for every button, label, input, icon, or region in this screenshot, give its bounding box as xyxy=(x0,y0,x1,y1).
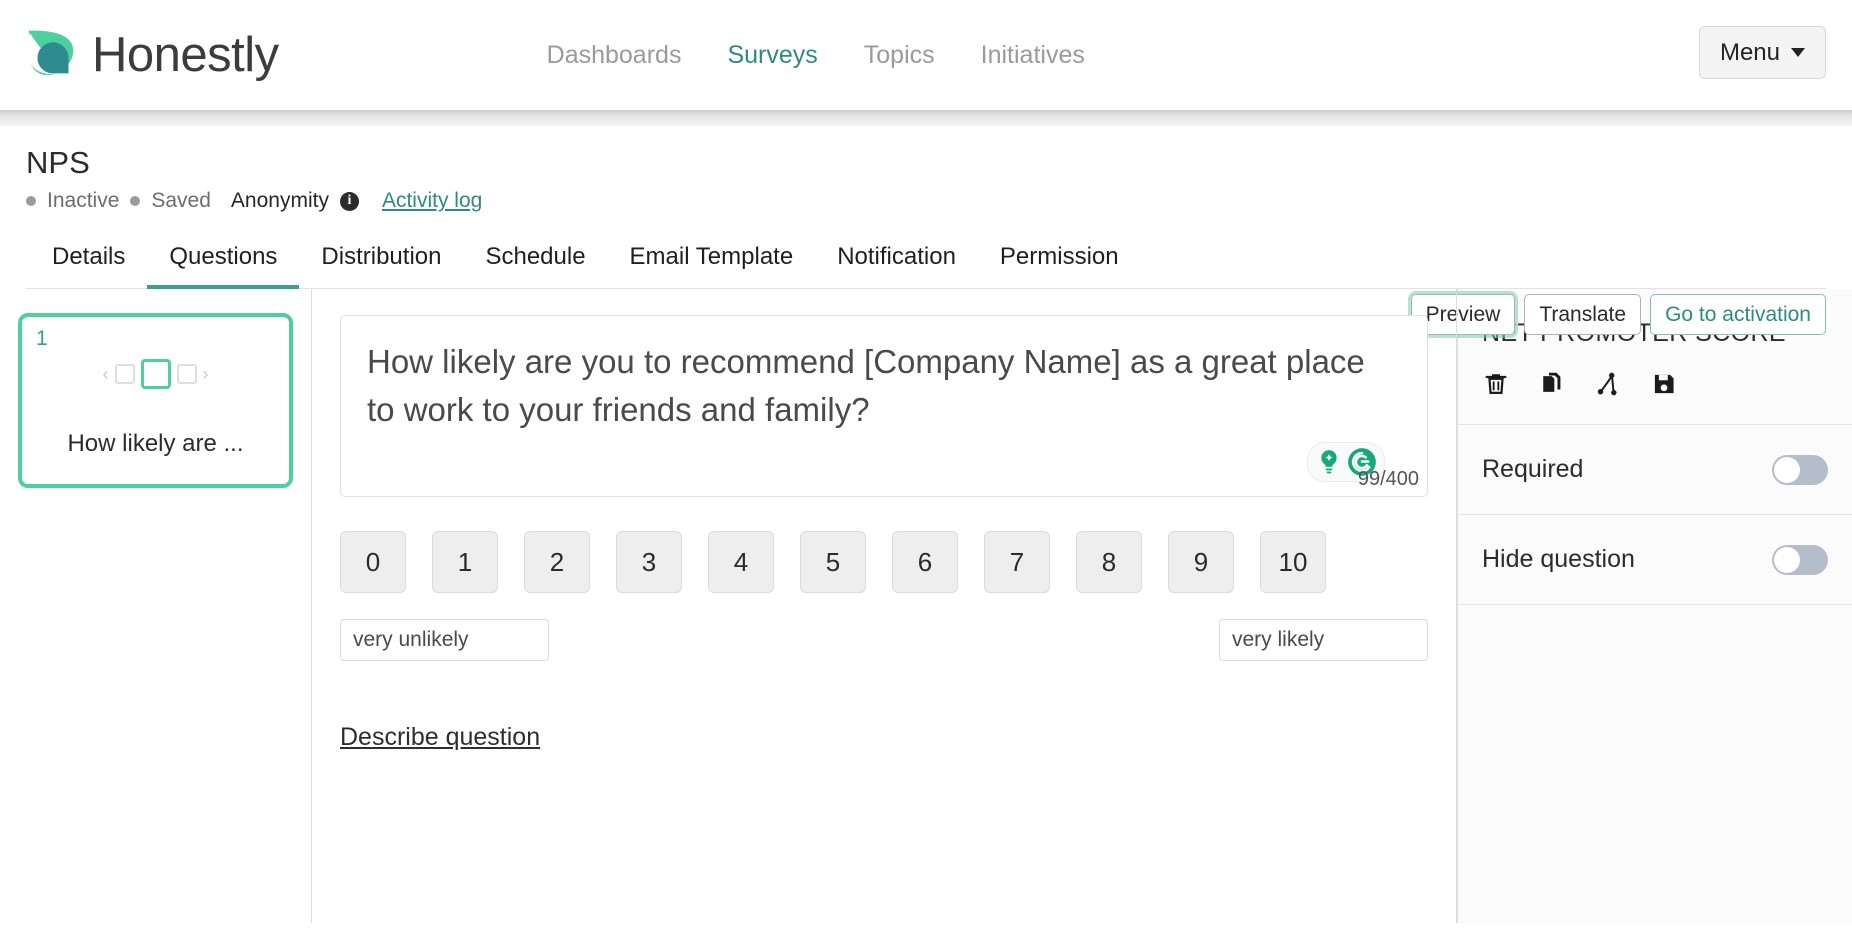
toggle-knob xyxy=(1774,456,1800,483)
left-scale-label-input[interactable] xyxy=(340,619,549,662)
header-separator xyxy=(0,110,1852,126)
survey-meta: Inactive Saved Anonymity i Activity log xyxy=(26,189,1826,213)
menu-button-label: Menu xyxy=(1719,38,1780,66)
right-scale-label-input[interactable] xyxy=(1219,619,1428,662)
setting-row-required: Required xyxy=(1458,425,1852,516)
scale-square-right xyxy=(176,364,197,385)
chevron-down-icon xyxy=(1791,48,1805,57)
question-card-1[interactable]: 1 ‹ › How likely are ... xyxy=(18,313,293,489)
status-dot-saved xyxy=(130,196,141,207)
scale-button-10[interactable]: 10 xyxy=(1260,531,1326,594)
trash-icon[interactable] xyxy=(1482,370,1510,398)
lightbulb-idea-icon xyxy=(1321,450,1337,474)
question-editor: How likely are you to recommend [Company… xyxy=(312,289,1457,924)
tab-questions[interactable]: Questions xyxy=(147,235,300,290)
survey-header: NPS Inactive Saved Anonymity i Activity … xyxy=(0,126,1852,335)
nav-item-initiatives[interactable]: Initiatives xyxy=(981,41,1085,70)
tab-distribution[interactable]: Distribution xyxy=(299,235,463,289)
tab-details[interactable]: Details xyxy=(30,235,147,289)
chevron-left-icon: ‹ xyxy=(102,363,109,384)
menu-button[interactable]: Menu xyxy=(1698,26,1826,79)
scale-button-4[interactable]: 4 xyxy=(708,531,774,594)
anonymity-label: Anonymity xyxy=(230,189,329,213)
page-title: NPS xyxy=(26,145,90,180)
hide-question-label: Hide question xyxy=(1482,545,1635,574)
settings-panel-actions xyxy=(1458,348,1852,426)
branch-logic-icon[interactable] xyxy=(1594,370,1622,398)
toggle-knob xyxy=(1774,546,1800,573)
tab-email-template[interactable]: Email Template xyxy=(608,235,816,289)
top-header: Honestly Dashboards Surveys Topics Initi… xyxy=(0,0,1852,110)
required-toggle[interactable] xyxy=(1772,454,1828,485)
info-icon[interactable]: i xyxy=(339,191,359,211)
tab-schedule[interactable]: Schedule xyxy=(463,235,607,289)
scale-button-0[interactable]: 0 xyxy=(340,531,406,594)
scale-button-7[interactable]: 7 xyxy=(984,531,1050,594)
translate-button[interactable]: Translate xyxy=(1524,294,1642,335)
brand[interactable]: Honestly xyxy=(24,26,279,84)
go-to-activation-button[interactable]: Go to activation xyxy=(1650,294,1826,335)
nav-item-surveys[interactable]: Surveys xyxy=(727,41,817,70)
nav-item-topics[interactable]: Topics xyxy=(864,41,935,70)
hide-question-toggle[interactable] xyxy=(1772,544,1828,575)
scale-square-left xyxy=(114,364,135,385)
scale-button-9[interactable]: 9 xyxy=(1168,531,1234,594)
scale-button-8[interactable]: 8 xyxy=(1076,531,1142,594)
question-card-preview: How likely are ... xyxy=(67,430,244,458)
required-label: Required xyxy=(1482,455,1584,484)
nps-scale-icon: ‹ › xyxy=(36,359,275,390)
honestly-leaf-logo-icon xyxy=(27,30,74,76)
question-list-sidebar: 1 ‹ › How likely are ... xyxy=(0,289,312,924)
scale-button-6[interactable]: 6 xyxy=(892,531,958,594)
duplicate-icon[interactable] xyxy=(1538,370,1566,398)
tab-permission[interactable]: Permission xyxy=(978,235,1141,289)
scale-button-5[interactable]: 5 xyxy=(800,531,866,594)
character-counter: 99/400 xyxy=(1357,468,1419,491)
nav-item-dashboards[interactable]: Dashboards xyxy=(547,41,682,70)
chevron-right-icon: › xyxy=(202,363,209,384)
activity-log-link[interactable]: Activity log xyxy=(382,189,482,213)
save-icon[interactable] xyxy=(1650,370,1678,398)
scale-labels-row xyxy=(340,619,1428,662)
survey-header-actions: Preview Translate Go to activation xyxy=(1410,294,1826,335)
tab-notification[interactable]: Notification xyxy=(815,235,978,289)
question-text[interactable]: How likely are you to recommend [Company… xyxy=(367,338,1401,434)
question-settings-panel: NET PROMOTER SCORE xyxy=(1457,289,1852,924)
main-layout: 1 ‹ › How likely are ... How likely are … xyxy=(0,289,1852,924)
question-card-number: 1 xyxy=(36,327,48,351)
status-saved: Saved xyxy=(151,189,211,213)
describe-question-link[interactable]: Describe question xyxy=(340,723,540,752)
question-text-box[interactable]: How likely are you to recommend [Company… xyxy=(340,315,1428,498)
brand-name: Honestly xyxy=(92,28,279,82)
survey-tabs: Details Questions Distribution Schedule … xyxy=(26,235,1826,290)
status-inactive: Inactive xyxy=(47,189,120,213)
main-navigation: Dashboards Surveys Topics Initiatives xyxy=(547,41,1085,70)
nps-scale-buttons: 0 1 2 3 4 5 6 7 8 9 10 xyxy=(340,531,1428,594)
setting-row-hide-question: Hide question xyxy=(1458,515,1852,606)
scale-button-1[interactable]: 1 xyxy=(432,531,498,594)
scale-button-3[interactable]: 3 xyxy=(616,531,682,594)
status-dot-inactive xyxy=(26,196,36,207)
scale-square-center xyxy=(140,359,171,390)
scale-button-2[interactable]: 2 xyxy=(524,531,590,594)
